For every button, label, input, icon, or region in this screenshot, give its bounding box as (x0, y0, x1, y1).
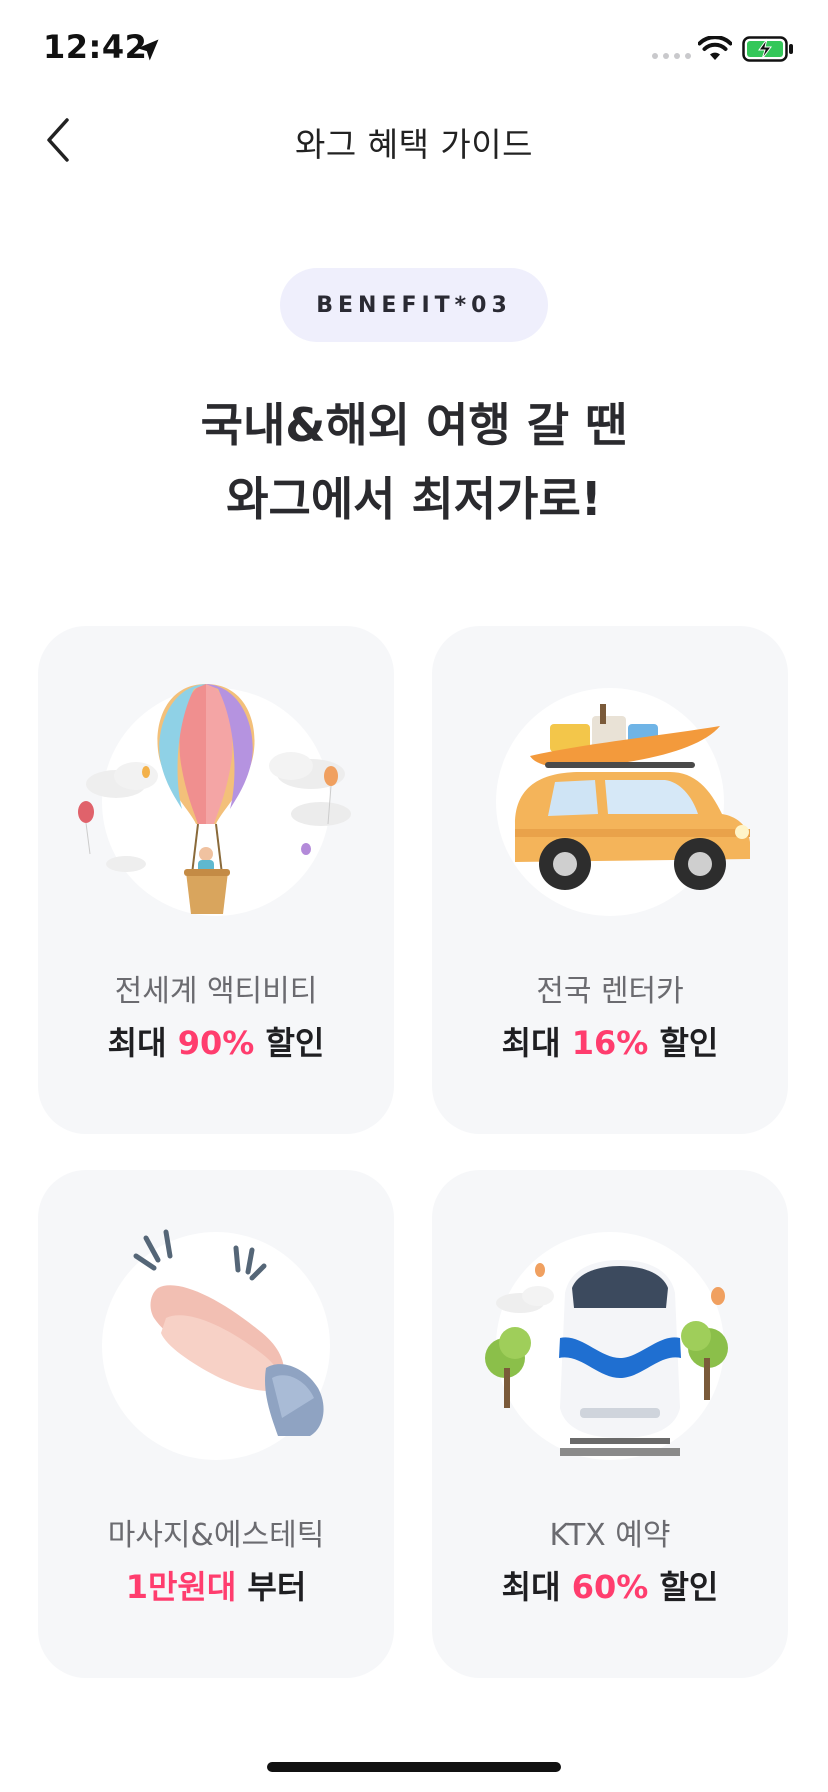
page-title: 와그 혜택 가이드 (295, 125, 533, 164)
clapping-hands-icon (133, 1229, 324, 1436)
badge-container: BENEFIT*03 (0, 268, 828, 342)
wifi-icon (698, 36, 732, 60)
discount-highlight: 60% (571, 1568, 649, 1606)
train-icon (485, 1260, 728, 1456)
discount-prefix: 최대 (501, 1024, 572, 1062)
battery-charging-icon (742, 36, 793, 62)
headline-line-1: 국내&해외 여행 갈 땐 (200, 398, 628, 452)
headline-line-2: 와그에서 최저가로! (226, 472, 602, 526)
headline: 국내&해외 여행 갈 땐 와그에서 최저가로! (0, 388, 828, 536)
benefit-card-activity[interactable]: 전세계 액티비티 최대 90% 할인 (38, 626, 394, 1134)
home-indicator[interactable] (267, 1762, 561, 1772)
card-label: 전세계 액티비티 (114, 974, 318, 1009)
signal-icon (652, 53, 691, 59)
benefit-badge: BENEFIT*03 (280, 268, 548, 342)
card-discount: 최대 16% 할인 (432, 1018, 788, 1064)
nav-bar: 와그 혜택 가이드 (0, 100, 828, 180)
card-discount: 1만원대 부터 (38, 1562, 394, 1608)
discount-highlight: 90% (177, 1024, 255, 1062)
status-bar: 12:42 (0, 0, 828, 100)
card-label: 마사지&에스테틱 (107, 1518, 325, 1553)
discount-suffix: 부터 (236, 1568, 307, 1606)
hot-air-balloon-icon (78, 684, 351, 914)
discount-suffix: 할인 (254, 1024, 325, 1062)
discount-highlight: 1만원대 (125, 1568, 237, 1606)
car-icon (515, 704, 750, 890)
status-time: 12:42 (43, 28, 148, 66)
card-discount: 최대 90% 할인 (38, 1018, 394, 1064)
card-discount: 최대 60% 할인 (432, 1562, 788, 1608)
location-arrow-icon (137, 39, 159, 61)
benefit-card-rentcar[interactable]: 전국 렌터카 최대 16% 할인 (432, 626, 788, 1134)
card-label: 전국 렌터카 (536, 974, 684, 1009)
discount-prefix: 최대 (107, 1024, 178, 1062)
benefit-card-massage[interactable]: 마사지&에스테틱 1만원대 부터 (38, 1170, 394, 1678)
discount-suffix: 할인 (648, 1024, 719, 1062)
card-label: KTX 예약 (549, 1518, 671, 1553)
discount-suffix: 할인 (648, 1568, 719, 1606)
benefit-card-ktx[interactable]: KTX 예약 최대 60% 할인 (432, 1170, 788, 1678)
discount-prefix: 최대 (501, 1568, 572, 1606)
discount-highlight: 16% (571, 1024, 649, 1062)
